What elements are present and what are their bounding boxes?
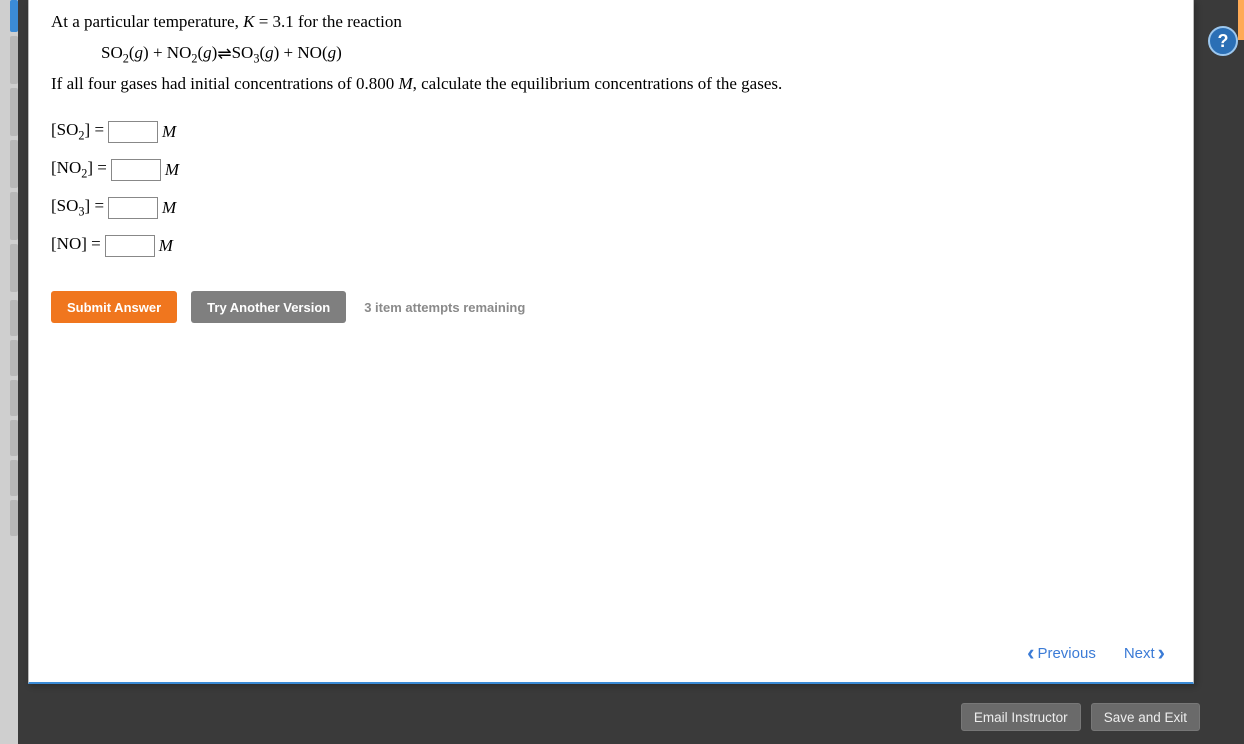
next-link[interactable]: Next ›: [1124, 642, 1165, 664]
species-so3: SO3(g): [232, 43, 280, 62]
save-and-exit-button[interactable]: Save and Exit: [1091, 703, 1200, 731]
answer-input-no[interactable]: [105, 235, 155, 257]
answer-label: [SO2] =: [51, 120, 104, 143]
equilibrium-arrows-icon: ⇌: [217, 44, 231, 64]
rail-seg-current: [10, 0, 18, 32]
answer-input-no2[interactable]: [111, 159, 161, 181]
chevron-right-icon: ›: [1158, 642, 1165, 664]
body-prefix: If all four gases had initial concentrat…: [51, 74, 356, 93]
K-value: 3.1: [273, 12, 294, 31]
problem-body-line: If all four gases had initial concentrat…: [51, 70, 1171, 99]
unit-M: M: [159, 236, 173, 256]
answers-block: [SO2] = M [NO2] = M [SO3] = M [NO] = M: [51, 113, 1171, 265]
previous-label: Previous: [1037, 645, 1095, 662]
help-icon[interactable]: ?: [1208, 26, 1238, 56]
answer-label: [NO] =: [51, 234, 101, 257]
footer-bar: Email Instructor Save and Exit: [28, 700, 1200, 734]
answer-row-so2: [SO2] = M: [51, 113, 1171, 151]
reaction-equation: SO2(g) + NO2(g) ⇌ SO3(g) + NO(g): [51, 43, 1171, 66]
try-another-button[interactable]: Try Another Version: [191, 291, 346, 323]
right-edge-decoration: [1238, 0, 1244, 744]
submit-button[interactable]: Submit Answer: [51, 291, 177, 323]
answer-label: [NO2] =: [51, 158, 107, 181]
body-suffix: , calculate the equilibrium concentratio…: [413, 74, 783, 93]
K-symbol: K: [243, 12, 254, 31]
rail-seg: [10, 340, 18, 376]
unit-M: M: [162, 122, 176, 142]
rail-seg: [10, 192, 18, 240]
question-panel: At a particular temperature, K = 3.1 for…: [28, 0, 1194, 684]
rail-seg: [10, 140, 18, 188]
unit-M: M: [165, 160, 179, 180]
rail-seg: [10, 300, 18, 336]
progress-rail: [0, 0, 18, 744]
answer-row-so3: [SO3] = M: [51, 189, 1171, 227]
chevron-left-icon: ‹: [1027, 642, 1034, 664]
initial-conc: 0.800: [356, 74, 394, 93]
rail-seg: [10, 460, 18, 496]
answer-input-so2[interactable]: [108, 121, 158, 143]
help-glyph: ?: [1218, 31, 1229, 52]
previous-link[interactable]: ‹ Previous: [1027, 642, 1096, 664]
intro-prefix: At a particular temperature,: [51, 12, 243, 31]
answer-label: [SO3] =: [51, 196, 104, 219]
species-no2: NO2(g): [167, 43, 218, 62]
M-unit: M: [398, 74, 412, 93]
K-equals: =: [254, 12, 272, 31]
intro-suffix: for the reaction: [294, 12, 402, 31]
next-label: Next: [1124, 645, 1155, 662]
rail-seg: [10, 380, 18, 416]
unit-M: M: [162, 198, 176, 218]
species-so2: SO2(g): [101, 43, 149, 62]
species-no: NO(g): [297, 43, 341, 62]
rail-seg: [10, 420, 18, 456]
answer-row-no2: [NO2] = M: [51, 151, 1171, 189]
attempts-remaining: 3 item attempts remaining: [364, 300, 525, 315]
pager: ‹ Previous Next ›: [1027, 642, 1165, 664]
email-instructor-button[interactable]: Email Instructor: [961, 703, 1081, 731]
answer-row-no: [NO] = M: [51, 227, 1171, 265]
answer-input-so3[interactable]: [108, 197, 158, 219]
rail-seg: [10, 244, 18, 292]
rail-seg: [10, 88, 18, 136]
action-row: Submit Answer Try Another Version 3 item…: [51, 291, 1171, 323]
problem-intro-line: At a particular temperature, K = 3.1 for…: [51, 8, 1171, 37]
rail-seg: [10, 500, 18, 536]
rail-seg: [10, 36, 18, 84]
